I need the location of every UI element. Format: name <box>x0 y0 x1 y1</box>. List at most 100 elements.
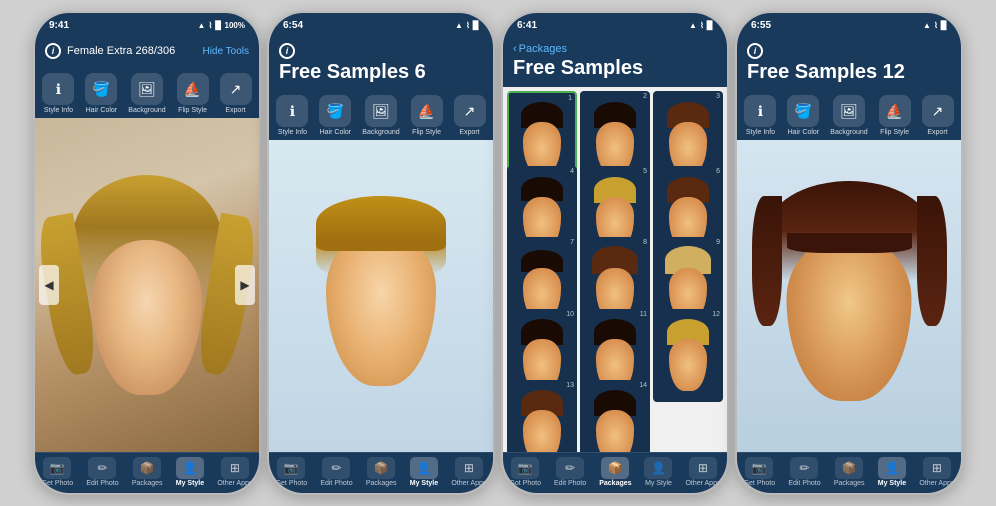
nav-get-photo-2[interactable]: 📷 Get Photo <box>276 457 308 487</box>
back-row[interactable]: ‹ Packages <box>513 43 717 55</box>
next-arrow[interactable]: ▶ <box>235 265 255 305</box>
bottom-nav-1: 📷 Get Photo ✏ Edit Photo 📦 Packages 👤 My… <box>35 452 259 493</box>
header-title-2: Free Samples 6 <box>279 61 483 83</box>
flip-style-btn-1[interactable]: ⛵ Flip Style <box>177 73 209 114</box>
background-icon-1: 🖼 <box>131 73 163 105</box>
phone-3: 6:41 ▲ ⌇ ▉ ‹ Packages Free Samples <box>501 11 729 495</box>
background-btn-1[interactable]: 🖼 Background <box>128 73 165 114</box>
nav-other-apps-3[interactable]: ⊞ Other Apps <box>685 457 720 487</box>
nav-edit-photo-3[interactable]: ✏ Edit Photo <box>554 457 586 487</box>
wifi-icon-3: ⌇ <box>700 21 704 30</box>
info-icon-2[interactable]: i <box>279 43 295 59</box>
wifi-icon: ⌇ <box>208 21 212 30</box>
header-title-3: Free Samples <box>513 57 717 79</box>
wifi-icon-2: ⌇ <box>466 21 470 30</box>
style-info-label-1: Style Info <box>44 107 73 114</box>
prev-arrow[interactable]: ◀ <box>39 265 59 305</box>
signal-icon: ▲ <box>198 21 206 30</box>
time-3: 6:41 <box>517 20 537 31</box>
nav-packages-2[interactable]: 📦 Packages <box>366 457 397 487</box>
other-apps-label-3: Other Apps <box>685 480 720 487</box>
packages-icon-3: 📦 <box>601 457 629 479</box>
nav-packages-3[interactable]: 📦 Packages <box>599 457 631 487</box>
side-arrows: ◀ ▶ <box>35 265 259 305</box>
my-style-label-nav-2: My Style <box>410 480 438 487</box>
nav-other-apps-1[interactable]: ⊞ Other Apps <box>217 457 252 487</box>
signal-icon-4: ▲ <box>923 21 931 30</box>
nav-got-photo-3[interactable]: 📷 Got Photo <box>509 457 541 487</box>
hair-cell-12[interactable]: 12 <box>653 309 723 402</box>
packages-icon-nav-2: 📦 <box>367 457 395 479</box>
hair-cell-14[interactable]: 14 <box>580 380 650 452</box>
get-photo-icon-4: 📷 <box>745 457 773 479</box>
my-style-icon-3: 👤 <box>644 457 672 479</box>
packages-label-4: Packages <box>834 480 865 487</box>
export-icon-4: ↗ <box>922 95 954 127</box>
nav-my-style-2[interactable]: 👤 My Style <box>410 457 438 487</box>
flip-style-btn-4[interactable]: ⛵ Flip Style <box>879 95 911 136</box>
edit-photo-label-nav-2: Edit Photo <box>320 480 352 487</box>
info-icon-4[interactable]: i <box>747 43 763 59</box>
background-label-1: Background <box>128 107 165 114</box>
style-info-icon-2: ℹ <box>276 95 308 127</box>
export-label-4: Export <box>927 129 947 136</box>
header-title-1: Female Extra 268/306 <box>67 45 175 57</box>
person-display-2 <box>311 196 451 396</box>
nav-packages-4[interactable]: 📦 Packages <box>834 457 865 487</box>
hide-tools-btn[interactable]: Hide Tools <box>202 46 249 57</box>
background-icon-4: 🖼 <box>833 95 865 127</box>
toolbar-top-1: ℹ Style Info 🪣 Hair Color 🖼 Background ⛵… <box>35 69 259 118</box>
other-apps-icon-1: ⊞ <box>221 457 249 479</box>
nav-my-style-4[interactable]: 👤 My Style <box>878 457 906 487</box>
export-btn-2[interactable]: ↗ Export <box>454 95 486 136</box>
hair-color-icon-2: 🪣 <box>319 95 351 127</box>
style-info-btn-2[interactable]: ℹ Style Info <box>276 95 308 136</box>
face-4 <box>787 236 912 401</box>
header-title-4: Free Samples 12 <box>747 61 951 83</box>
hair-color-label-1: Hair Color <box>86 107 118 114</box>
header-1: i Female Extra 268/306 Hide Tools <box>35 37 259 69</box>
hair-color-btn-2[interactable]: 🪣 Hair Color <box>319 95 351 136</box>
background-btn-4[interactable]: 🖼 Background <box>830 95 867 136</box>
background-icon-2: 🖼 <box>365 95 397 127</box>
export-label-1: Export <box>225 107 245 114</box>
hair-color-btn-4[interactable]: 🪣 Hair Color <box>787 95 819 136</box>
style-info-btn-1[interactable]: ℹ Style Info <box>42 73 74 114</box>
nav-my-style-3[interactable]: 👤 My Style <box>644 457 672 487</box>
battery-pct: 100% <box>225 21 245 30</box>
battery-icon: ▉ <box>215 21 221 30</box>
get-photo-label-nav-2: Get Photo <box>276 480 308 487</box>
nav-edit-photo-2[interactable]: ✏ Edit Photo <box>320 457 352 487</box>
flip-style-label-1: Flip Style <box>178 107 207 114</box>
time-4: 6:55 <box>751 20 771 31</box>
hair-cell-13[interactable]: 13 <box>507 380 577 452</box>
my-style-label-4: My Style <box>878 480 906 487</box>
info-icon-1[interactable]: i <box>45 43 61 59</box>
back-label: Packages <box>519 43 567 55</box>
nav-get-photo-1[interactable]: 📷 Get Photo <box>42 457 74 487</box>
get-photo-label-4: Get Photo <box>744 480 776 487</box>
edit-photo-label-4: Edit Photo <box>788 480 820 487</box>
time-1: 9:41 <box>49 20 69 31</box>
nav-edit-photo-4[interactable]: ✏ Edit Photo <box>788 457 820 487</box>
nav-packages-1[interactable]: 📦 Packages <box>132 457 163 487</box>
my-style-label-3: My Style <box>645 480 672 487</box>
export-btn-1[interactable]: ↗ Export <box>220 73 252 114</box>
hair-color-btn-1[interactable]: 🪣 Hair Color <box>85 73 117 114</box>
edit-photo-icon-4: ✏ <box>790 457 818 479</box>
background-btn-2[interactable]: 🖼 Background <box>362 95 399 136</box>
edit-photo-icon-3: ✏ <box>556 457 584 479</box>
nav-edit-photo-1[interactable]: ✏ Edit Photo <box>86 457 118 487</box>
style-info-btn-4[interactable]: ℹ Style Info <box>744 95 776 136</box>
flip-style-btn-2[interactable]: ⛵ Flip Style <box>411 95 443 136</box>
nav-my-style-1[interactable]: 👤 My Style <box>176 457 204 487</box>
nav-get-photo-4[interactable]: 📷 Get Photo <box>744 457 776 487</box>
edit-photo-icon-1: ✏ <box>88 457 116 479</box>
nav-other-apps-2[interactable]: ⊞ Other Apps <box>451 457 486 487</box>
bottom-nav-4: 📷 Get Photo ✏ Edit Photo 📦 Packages 👤 My… <box>737 452 961 493</box>
flip-style-icon-4: ⛵ <box>879 95 911 127</box>
nav-other-apps-4[interactable]: ⊞ Other Apps <box>919 457 954 487</box>
export-btn-4[interactable]: ↗ Export <box>922 95 954 136</box>
status-bar-3: 6:41 ▲ ⌇ ▉ <box>503 13 727 37</box>
main-image-2 <box>269 140 493 452</box>
